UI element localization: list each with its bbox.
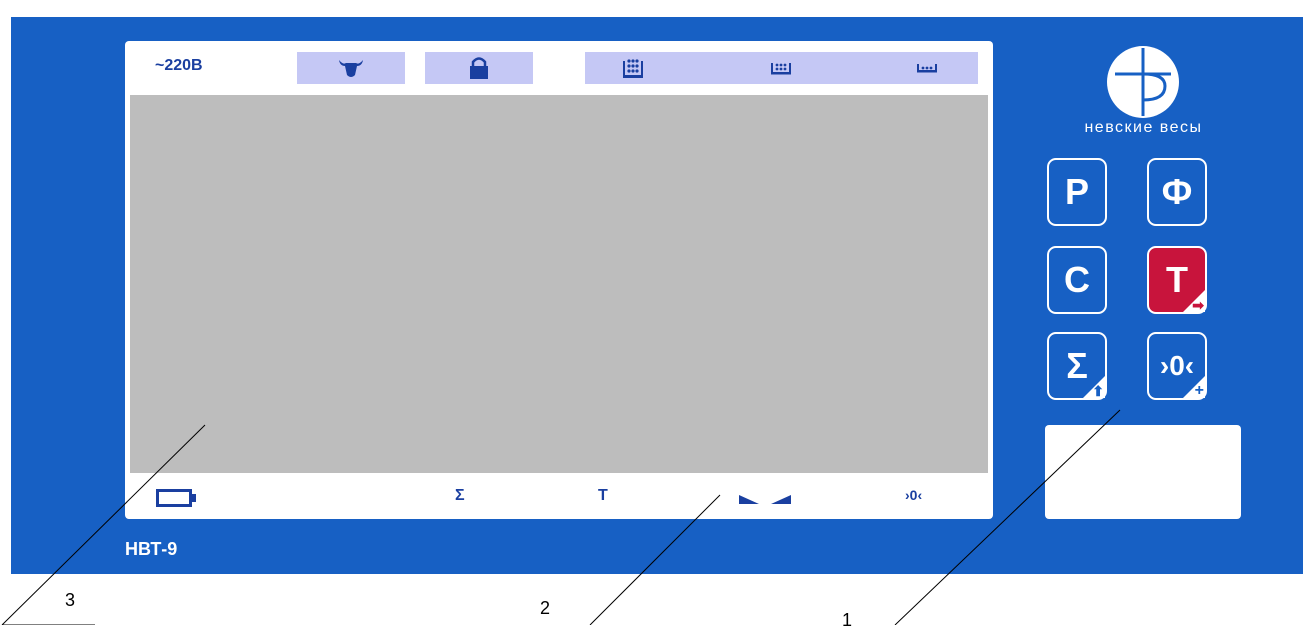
callout-3: 3 (65, 590, 76, 610)
callout-lines (1, 409, 1121, 625)
callout-2: 2 (540, 598, 551, 618)
callout-1: 1 (842, 610, 853, 630)
